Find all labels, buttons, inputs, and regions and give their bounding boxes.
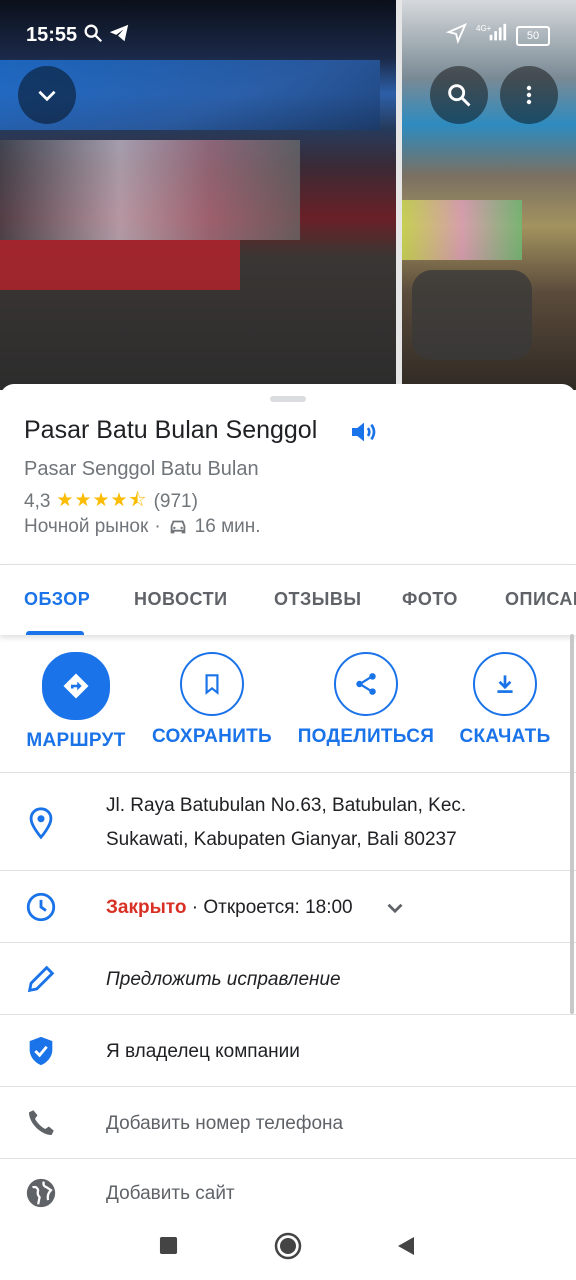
hours-status: Закрыто xyxy=(106,897,187,918)
address-row[interactable]: Jl. Raya Batubulan No.63, Batubulan, Kec… xyxy=(0,772,576,871)
pencil-icon xyxy=(27,965,55,993)
recents-icon[interactable] xyxy=(159,1236,178,1255)
photo-gallery[interactable] xyxy=(0,0,576,390)
share-label: ПОДЕЛИТЬСЯ xyxy=(297,726,435,747)
address-line-1: Jl. Raya Batubulan No.63, Batubulan, Kec… xyxy=(106,795,467,816)
location-arrow-icon xyxy=(446,22,468,44)
review-count: (971) xyxy=(153,491,198,512)
directions-icon xyxy=(63,673,89,699)
address-line-2: Sukawati, Kabupaten Gianyar, Bali 80237 xyxy=(106,829,457,850)
more-vert-icon xyxy=(526,85,532,105)
photo-night-market[interactable] xyxy=(0,0,396,390)
photo-stall xyxy=(0,140,300,240)
phone-icon xyxy=(28,1110,54,1136)
tab-indicator xyxy=(26,631,84,635)
download-button[interactable]: СКАЧАТЬ xyxy=(430,652,576,748)
save-label: СОХРАНИТЬ xyxy=(151,726,273,747)
download-icon xyxy=(497,675,513,693)
add-phone-row[interactable]: Добавить номер телефона xyxy=(0,1086,576,1159)
car-icon xyxy=(170,520,185,534)
directions-circle xyxy=(42,652,110,720)
place-sheet: Pasar Batu Bulan Senggol Pasar Senggol B… xyxy=(0,384,576,1280)
chevron-down-icon xyxy=(38,90,56,102)
tab-reviews[interactable]: ОТЗЫВЫ xyxy=(274,589,362,610)
tab-news[interactable]: НОВОСТИ xyxy=(134,589,228,610)
status-bar: 15:55 4G+ 50 xyxy=(0,0,576,56)
tab-overview[interactable]: ОБЗОР xyxy=(24,589,90,610)
place-title: Pasar Batu Bulan Senggol xyxy=(24,416,318,444)
rating-value: 4,3 xyxy=(24,491,51,512)
download-label: СКАЧАТЬ xyxy=(459,726,551,747)
tab-bar: ОБЗОР НОВОСТИ ОТЗЫВЫ ФОТО ОПИСАНИЕ xyxy=(0,564,576,635)
signal-icon xyxy=(489,23,507,41)
battery-level: 50 xyxy=(516,26,550,46)
photo-motorbike xyxy=(412,270,532,360)
action-buttons: МАРШРУТ СОХРАНИТЬ ПОДЕЛИТЬСЯ СКАЧАТЬ xyxy=(0,652,576,772)
share-circle xyxy=(334,652,398,716)
share-button[interactable]: ПОДЕЛИТЬСЯ xyxy=(291,652,441,748)
rating-row[interactable]: 4,3 ★★★★⯪ (971) xyxy=(24,486,198,518)
search-icon xyxy=(448,84,471,107)
suggest-edit-row[interactable]: Предложить исправление xyxy=(0,942,576,1015)
suggest-edit-label: Предложить исправление xyxy=(106,969,341,990)
telegram-icon xyxy=(109,24,129,42)
drag-handle[interactable] xyxy=(270,396,306,402)
globe-icon xyxy=(26,1178,56,1208)
photo-table xyxy=(0,240,240,290)
directions-label: МАРШРУТ xyxy=(26,730,126,751)
collapse-button[interactable] xyxy=(18,66,76,124)
add-website-label: Добавить сайт xyxy=(106,1183,235,1204)
share-icon xyxy=(356,673,376,695)
meta-row: Ночной рынок · 16 мин. xyxy=(24,516,261,538)
hours-row[interactable]: Закрыто · Откроется: 18:00 xyxy=(0,870,576,943)
hours-text: Закрыто · Откроется: 18:00 xyxy=(106,897,353,919)
save-circle xyxy=(180,652,244,716)
place-alt-name: Pasar Senggol Batu Bulan xyxy=(24,458,259,480)
photo-goods xyxy=(402,200,522,260)
status-time: 15:55 xyxy=(26,24,78,46)
back-icon[interactable] xyxy=(396,1236,416,1256)
travel-time: 16 мин. xyxy=(194,516,261,537)
rating-stars: ★★★★⯪ xyxy=(56,490,148,511)
save-button[interactable]: СОХРАНИТЬ xyxy=(137,652,287,748)
search-status-icon xyxy=(84,24,103,43)
verified-shield-icon xyxy=(29,1036,53,1066)
tab-photos[interactable]: ФОТО xyxy=(402,589,458,610)
download-circle xyxy=(473,652,537,716)
directions-button[interactable]: МАРШРУТ xyxy=(1,652,151,752)
scrollbar[interactable] xyxy=(570,634,574,1014)
tab-description[interactable]: ОПИСАНИЕ xyxy=(505,589,576,610)
clock-icon xyxy=(26,892,56,922)
system-nav-bar xyxy=(0,1212,576,1280)
own-business-label: Я владелец компании xyxy=(106,1041,300,1062)
chevron-down-icon[interactable] xyxy=(382,895,408,921)
speaker-icon[interactable] xyxy=(348,416,380,448)
meta-separator: · xyxy=(154,516,161,537)
home-icon[interactable] xyxy=(274,1232,302,1260)
hours-opens: Откроется: 18:00 xyxy=(203,897,353,918)
add-phone-label: Добавить номер телефона xyxy=(106,1113,344,1134)
more-options-button[interactable] xyxy=(500,66,558,124)
hours-separator: · xyxy=(191,897,199,918)
location-pin-icon xyxy=(29,807,53,840)
place-category: Ночной рынок xyxy=(24,516,149,537)
own-business-row[interactable]: Я владелец компании xyxy=(0,1014,576,1087)
photo-market-stall[interactable] xyxy=(402,0,576,390)
bookmark-icon xyxy=(205,674,219,695)
search-button[interactable] xyxy=(430,66,488,124)
